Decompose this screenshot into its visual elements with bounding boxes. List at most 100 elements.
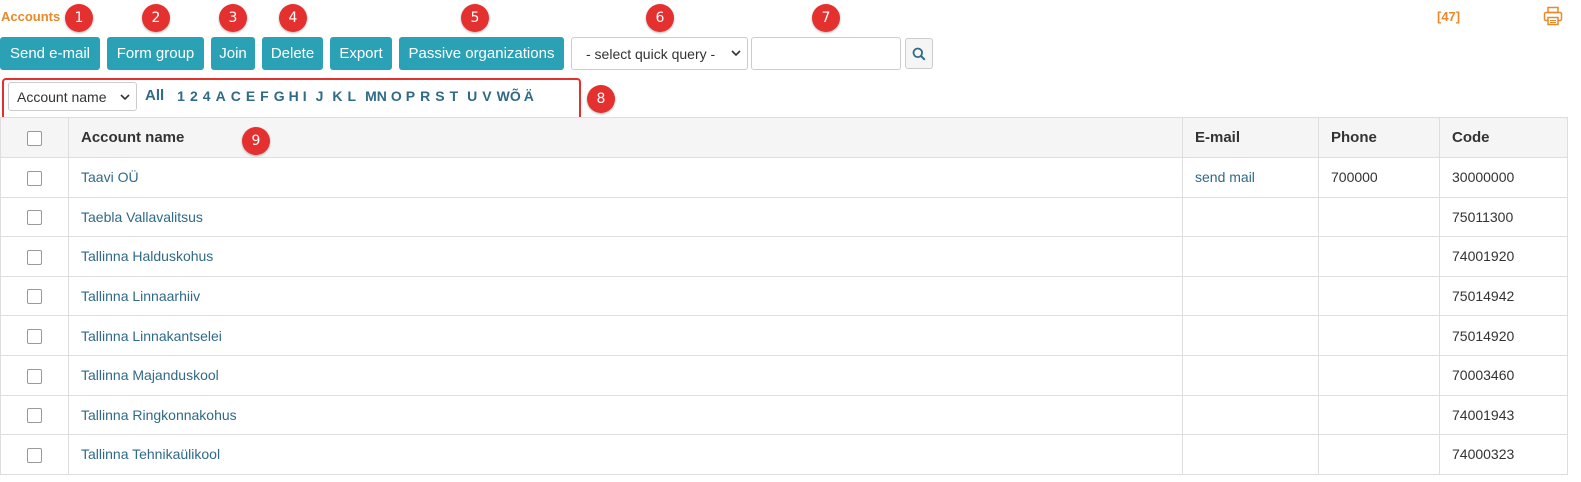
delete-button[interactable]: Delete [262,37,323,70]
phone-cell [1318,236,1440,277]
letter-link[interactable]: E [246,88,255,104]
account-name-cell: Tallinna Tehnikaülikool [68,434,1183,475]
code-cell: 74001920 [1439,236,1568,277]
form-group-button[interactable]: Form group [107,37,204,70]
alphabet-filter: All 1 2 4 A C E F G H I J K L M N O P R … [145,87,534,104]
filter-field-select[interactable]: Account name [8,82,137,111]
send-email-button[interactable]: Send e-mail [0,37,100,70]
account-name-cell: Taebla Vallavalitsus [68,196,1183,238]
annotation-marker-3: 3 [219,4,247,32]
account-name-link[interactable]: Taebla Vallavalitsus [81,209,203,225]
row-checkbox[interactable] [27,368,42,384]
annotation-marker-9: 9 [242,127,270,155]
letter-link[interactable]: U [467,88,477,104]
phone-cell: 700000 [1318,157,1440,198]
code-cell: 75014942 [1439,275,1568,317]
email-cell [1182,354,1319,396]
letter-link[interactable]: H [289,88,299,104]
annotation-marker-6: 6 [646,4,674,32]
row-select-cell [0,236,69,277]
column-header-code[interactable]: Code [1439,117,1568,158]
annotation-marker-5: 5 [461,4,489,32]
code-cell: 70003460 [1439,354,1568,396]
account-name-link[interactable]: Tallinna Majanduskool [81,367,219,383]
email-cell [1182,434,1319,475]
row-checkbox[interactable] [27,329,42,345]
row-checkbox[interactable] [27,249,42,265]
table-row: Tallinna Majanduskool 70003460 [0,354,1568,396]
account-name-cell: Taavi OÜ [68,157,1183,198]
letter-link[interactable]: G [274,88,285,104]
chevron-down-icon [120,94,130,101]
row-select-cell [0,196,69,238]
account-name-cell: Tallinna Ringkonnakohus [68,394,1183,436]
letter-link[interactable]: 1 [177,88,185,104]
column-header-email[interactable]: E-mail [1182,117,1319,158]
send-mail-link[interactable]: send mail [1195,169,1255,185]
letter-link[interactable]: T [450,88,459,104]
account-name-link[interactable]: Tallinna Tehnikaülikool [81,446,220,462]
account-name-link[interactable]: Tallinna Ringkonnakohus [81,407,237,423]
letter-link[interactable]: S [435,88,444,104]
row-checkbox[interactable] [27,289,42,305]
row-select-cell [0,275,69,317]
letter-all-link[interactable]: All [145,87,164,104]
letter-link[interactable]: F [260,88,269,104]
search-button[interactable] [905,38,933,69]
letter-link[interactable]: P [406,88,415,104]
record-count: [47] [1437,9,1461,24]
letter-link[interactable]: N [377,88,387,104]
letter-link[interactable]: C [231,88,241,104]
row-select-cell [0,394,69,436]
letter-link[interactable]: I [303,88,307,104]
letter-link[interactable]: W [497,88,510,104]
table-row: Taavi OÜ send mail 700000 30000000 [0,157,1568,198]
row-select-cell [0,354,69,396]
table-row: Taebla Vallavalitsus 75011300 [0,196,1568,238]
letter-link[interactable]: 2 [190,88,198,104]
letter-link[interactable]: J [316,88,324,104]
letter-link[interactable]: Õ [510,88,521,104]
row-checkbox[interactable] [27,447,42,463]
table-row: Tallinna Halduskohus 74001920 [0,236,1568,277]
row-select-cell [0,434,69,475]
annotation-marker-4: 4 [279,4,307,32]
account-name-link[interactable]: Taavi OÜ [81,169,139,185]
letter-link[interactable]: O [391,88,402,104]
quick-query-select[interactable]: - select quick query - [571,37,748,70]
letter-link[interactable]: Ä [524,88,534,104]
code-cell: 30000000 [1439,157,1568,198]
row-checkbox[interactable] [27,210,42,226]
printer-icon[interactable] [1543,6,1563,26]
account-name-link[interactable]: Tallinna Linnakantselei [81,328,222,344]
passive-organizations-button[interactable]: Passive organizations [399,37,564,70]
column-header-account-name[interactable]: Account name [68,117,1183,158]
letter-link[interactable]: V [482,88,491,104]
select-all-checkbox[interactable] [27,130,42,146]
filter-field-value: Account name [17,88,107,105]
code-cell: 74001943 [1439,394,1568,436]
row-select-cell [0,157,69,198]
account-name-cell: Tallinna Majanduskool [68,354,1183,396]
export-button[interactable]: Export [330,37,392,70]
row-select-cell [0,315,69,356]
chevron-down-icon [731,50,741,57]
row-checkbox[interactable] [27,170,42,186]
account-name-link[interactable]: Tallinna Linnaarhiiv [81,288,200,304]
account-name-link[interactable]: Tallinna Halduskohus [81,248,213,264]
account-name-cell: Tallinna Halduskohus [68,236,1183,277]
phone-cell [1318,354,1440,396]
letter-link[interactable]: R [420,88,430,104]
accounts-table: Account name E-mail Phone Code Taavi OÜ … [0,117,1568,475]
phone-cell [1318,434,1440,475]
search-input[interactable] [751,37,901,70]
annotation-marker-8: 8 [587,85,615,113]
letter-link[interactable]: M [365,88,377,104]
column-header-phone[interactable]: Phone [1318,117,1440,158]
letter-link[interactable]: 4 [203,88,211,104]
letter-link[interactable]: A [216,88,226,104]
letter-link[interactable]: K [332,88,342,104]
letter-link[interactable]: L [348,88,357,104]
row-checkbox[interactable] [27,408,42,424]
join-button[interactable]: Join [211,37,255,70]
